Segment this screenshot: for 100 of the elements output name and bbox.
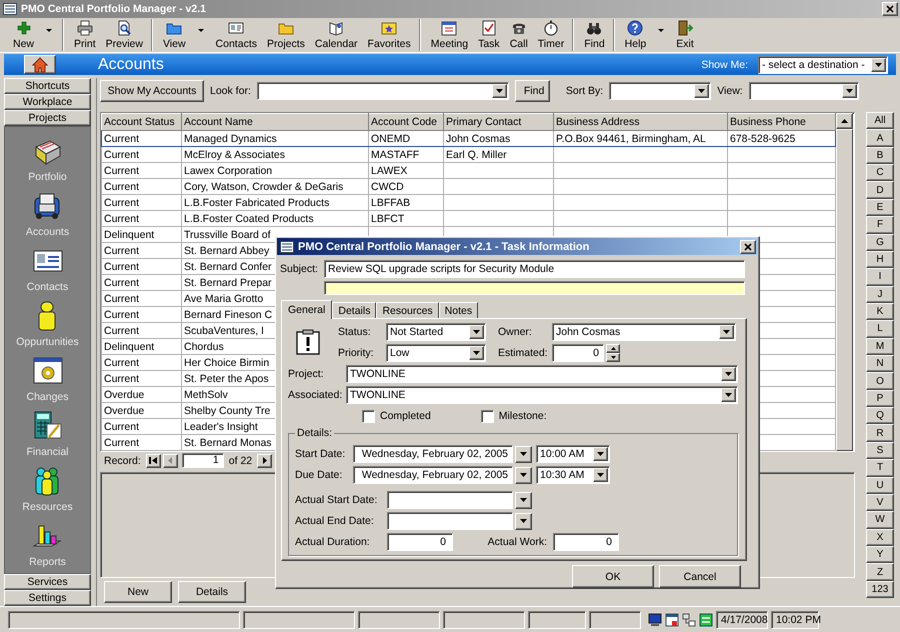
time-dropdown[interactable]: 10:30 AM bbox=[536, 466, 610, 484]
table-row[interactable]: Current L.B.Foster Fabricated Products LBFFAB bbox=[102, 194, 836, 210]
dropdown-button[interactable] bbox=[515, 446, 532, 462]
toolbar-button[interactable]: Help bbox=[620, 19, 672, 51]
action-button[interactable]: New bbox=[104, 581, 172, 603]
sidebar-tab[interactable]: Shortcuts bbox=[4, 78, 91, 94]
checkbox[interactable] bbox=[480, 410, 494, 422]
column-header[interactable]: Business Address bbox=[554, 114, 728, 130]
priority-dropdown[interactable]: Low bbox=[386, 344, 486, 362]
letter-button[interactable]: F bbox=[866, 216, 894, 234]
date-field[interactable] bbox=[387, 491, 513, 509]
dropdown-button[interactable] bbox=[515, 512, 532, 530]
network-icon[interactable] bbox=[682, 612, 696, 626]
spinner[interactable] bbox=[606, 344, 620, 362]
letter-button[interactable]: H bbox=[866, 250, 894, 268]
letter-button[interactable]: Z bbox=[866, 563, 894, 581]
date-field[interactable]: Wednesday, February 02, 2005 bbox=[353, 466, 513, 484]
next-record-button[interactable] bbox=[257, 454, 272, 468]
letter-button[interactable]: G bbox=[866, 234, 894, 251]
column-header[interactable]: Primary Contact bbox=[444, 114, 554, 130]
letter-button[interactable]: Y bbox=[866, 546, 894, 564]
letter-button[interactable]: U bbox=[866, 476, 894, 494]
toolbar-button[interactable]: New bbox=[8, 19, 64, 51]
column-header[interactable]: Business Phone bbox=[728, 114, 836, 130]
letter-button[interactable]: K bbox=[866, 302, 894, 320]
show-my-accounts-button[interactable]: Show My Accounts bbox=[100, 80, 204, 102]
letter-button[interactable]: R bbox=[866, 424, 894, 442]
toolbar-button[interactable]: Print bbox=[69, 19, 101, 51]
close-button[interactable] bbox=[740, 240, 756, 254]
letter-button[interactable]: V bbox=[866, 494, 894, 512]
tab[interactable]: General bbox=[281, 300, 332, 319]
duration-field[interactable]: 0 bbox=[387, 533, 453, 551]
letter-button[interactable]: L bbox=[866, 320, 894, 338]
checkbox[interactable] bbox=[362, 410, 375, 422]
sidebar-tab[interactable]: Projects bbox=[4, 110, 91, 126]
letter-button[interactable]: A bbox=[866, 129, 894, 147]
letter-button[interactable]: C bbox=[866, 164, 894, 182]
toolbar-button[interactable]: Projects bbox=[262, 19, 310, 51]
list-icon[interactable] bbox=[699, 612, 713, 626]
toolbar-button[interactable]: Preview bbox=[100, 19, 152, 51]
find-button[interactable]: Find bbox=[514, 80, 550, 102]
table-row[interactable]: Current L.B.Foster Coated Products LBFCT bbox=[102, 210, 836, 226]
work-field[interactable]: 0 bbox=[553, 533, 619, 551]
toolbar-button[interactable]: Call bbox=[504, 19, 533, 51]
toolbar-button[interactable]: Meeting bbox=[426, 19, 474, 51]
close-button[interactable] bbox=[882, 2, 898, 16]
toolbar-button[interactable]: Contacts bbox=[210, 19, 262, 51]
first-record-button[interactable] bbox=[146, 454, 161, 468]
dialog-button[interactable]: OK bbox=[572, 565, 654, 588]
owner-dropdown[interactable]: John Cosmas bbox=[552, 323, 736, 341]
dropdown-button[interactable] bbox=[515, 466, 532, 484]
letter-button[interactable]: S bbox=[866, 442, 894, 460]
view-dropdown[interactable] bbox=[748, 82, 859, 100]
status-dropdown[interactable]: Not Started bbox=[386, 323, 486, 341]
letter-button[interactable]: T bbox=[866, 459, 894, 477]
letter-button[interactable]: X bbox=[866, 528, 894, 546]
previous-record-button[interactable] bbox=[162, 454, 178, 468]
letter-button[interactable]: 123 bbox=[866, 580, 894, 598]
dialog-button[interactable]: Cancel bbox=[659, 565, 741, 588]
date-field[interactable]: Wednesday, February 02, 2005 bbox=[353, 445, 513, 463]
look-for-field[interactable] bbox=[256, 82, 509, 100]
letter-button[interactable]: I bbox=[866, 268, 894, 286]
sidebar-tab[interactable]: Workplace bbox=[4, 94, 91, 110]
tab[interactable]: Resources bbox=[376, 302, 439, 318]
sidebar-tab[interactable]: Settings bbox=[4, 590, 91, 606]
sidebar-tab[interactable]: Services bbox=[4, 574, 91, 590]
associated-dropdown[interactable]: TWONLINE bbox=[346, 386, 738, 404]
letter-button[interactable]: O bbox=[866, 372, 894, 390]
letter-button[interactable]: Q bbox=[866, 407, 894, 424]
toolbar-button[interactable]: Favorites bbox=[362, 19, 420, 51]
letter-button[interactable]: W bbox=[866, 511, 894, 529]
table-row[interactable]: Current McElroy & Associates MASTAFF Earl Q. Miller bbox=[102, 146, 836, 162]
window-icon[interactable] bbox=[665, 612, 679, 626]
project-dropdown[interactable]: TWONLINE bbox=[346, 365, 738, 383]
letter-button[interactable]: P bbox=[866, 390, 894, 408]
letter-button[interactable]: J bbox=[866, 286, 894, 303]
letter-button[interactable]: D bbox=[866, 181, 894, 199]
destination-dropdown[interactable]: - select a destination - bbox=[758, 56, 888, 74]
letter-button[interactable]: B bbox=[866, 146, 894, 164]
table-row[interactable]: Current Managed Dynamics ONEMD John Cosmas P.O.Box 94461, Birmingham, AL 678-528-9625 bbox=[102, 130, 836, 146]
table-row[interactable]: Current Cory, Watson, Crowder & DeGaris CWCD bbox=[102, 178, 836, 194]
sort-by-dropdown[interactable] bbox=[609, 82, 712, 100]
date-field[interactable] bbox=[387, 512, 513, 530]
toolbar-button[interactable]: Timer bbox=[532, 19, 574, 51]
letter-button[interactable]: All bbox=[866, 112, 894, 130]
estimated-field[interactable]: 0 bbox=[552, 344, 604, 362]
column-header[interactable]: Account Code bbox=[368, 114, 444, 130]
home-button[interactable] bbox=[24, 55, 56, 74]
toolbar-button[interactable]: Exit bbox=[671, 19, 699, 51]
column-header[interactable]: Account Status bbox=[102, 114, 182, 130]
toolbar-button[interactable]: Find bbox=[579, 19, 614, 51]
column-header[interactable]: Account Name bbox=[182, 114, 368, 130]
tab[interactable]: Details bbox=[332, 302, 376, 318]
dropdown-button[interactable] bbox=[515, 492, 532, 508]
time-dropdown[interactable]: 10:00 AM bbox=[536, 445, 610, 463]
table-row[interactable]: Current Lawex Corporation LAWEX bbox=[102, 162, 836, 178]
toolbar-button[interactable]: Calendar bbox=[310, 19, 363, 51]
letter-button[interactable]: E bbox=[866, 198, 894, 216]
toolbar-button[interactable]: View bbox=[158, 19, 211, 51]
toolbar-button[interactable]: Task bbox=[473, 19, 505, 51]
